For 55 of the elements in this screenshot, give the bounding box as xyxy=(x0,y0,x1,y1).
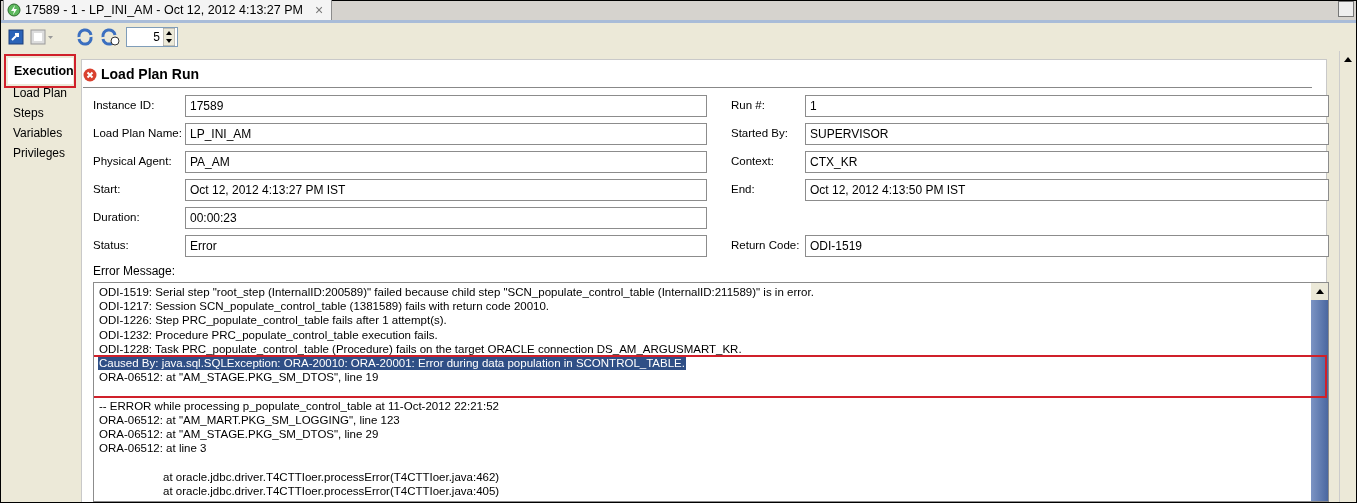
error-line: ODI-1217: Session SCN_populate_control_table (1381589) fails with return code 20010. xyxy=(98,299,551,314)
scrollbar[interactable] xyxy=(1311,283,1328,501)
text-field[interactable]: LP_INI_AM xyxy=(185,123,707,145)
field-label: Return Code: xyxy=(731,238,801,254)
field-label: Load Plan Name: xyxy=(93,126,183,142)
panel-title: Load Plan Run xyxy=(101,65,199,84)
error-line: ORA-06512: at line 3 xyxy=(98,441,208,456)
field-label: End: xyxy=(731,182,756,198)
field-label: Context: xyxy=(731,154,775,170)
spinner-arrows-icon[interactable] xyxy=(163,28,175,46)
field-label: Instance ID: xyxy=(93,98,156,114)
error-line: ODI-1232: Procedure PRC_populate_control_table execution fails. xyxy=(98,327,439,342)
text-field[interactable]: Oct 12, 2012 4:13:50 PM IST xyxy=(805,179,1329,201)
text-field[interactable]: ODI-1519 xyxy=(805,235,1329,257)
text-field[interactable]: CTX_KR xyxy=(805,151,1329,173)
field-label: Error Message: xyxy=(92,263,177,280)
sidebar-item[interactable]: Privileges xyxy=(1,143,73,163)
close-button[interactable]: × xyxy=(314,3,324,17)
text-field[interactable]: 1 xyxy=(805,95,1329,117)
error-line: at oracle.jdbc.driver.T4CTTIoer.processError(T4CTTIoer.java:405) xyxy=(162,483,501,498)
run-status-icon xyxy=(7,3,21,17)
field-label: Start: xyxy=(93,182,122,198)
error-line: -- ERROR while processing p_populate_control_table at 11-Oct-2012 22:21:52 xyxy=(98,398,500,413)
text-field[interactable]: PA_AM xyxy=(185,151,707,173)
interval-field[interactable]: 5 xyxy=(127,28,163,46)
refresh-icon[interactable] xyxy=(8,29,24,45)
text-field[interactable]: SUPERVISOR xyxy=(805,123,1329,145)
error-message-area[interactable] xyxy=(93,282,1329,502)
scroll-up-icon[interactable] xyxy=(1315,289,1324,294)
tab-list-button[interactable] xyxy=(1338,1,1354,17)
field-label: Duration: xyxy=(93,210,141,226)
text-field[interactable]: 17589 xyxy=(185,95,707,117)
error-line: at oracle.jdbc.driver.T4CTTIoer.processError(T4CTTIoer.java:462) xyxy=(162,469,501,484)
sync-icon[interactable] xyxy=(76,28,94,46)
error-line: ORA-06512: at "AM_STAGE.PKG_SM_DTOS", line 19 xyxy=(98,370,380,385)
error-line: ORA-06512: at "AM_MART.PKG_SM_LOGGING", line 123 xyxy=(98,412,401,427)
field-label: Status: xyxy=(93,238,130,254)
scroll-up-icon[interactable] xyxy=(1344,57,1352,62)
field-label: Run #: xyxy=(731,98,766,114)
editor-tab[interactable]: 17589 - 1 - LP_INI_AM - Oct 12, 2012 4:13:27 PM × xyxy=(3,0,333,20)
error-line: ODI-1519: Serial step "root_step (InternalID:200589)" failed because child step "SCN_populate_control_table (InternalID:211589)" is in error. xyxy=(98,285,815,300)
sidebar-item[interactable]: Steps xyxy=(1,103,73,123)
text-field[interactable]: Oct 12, 2012 4:13:27 PM IST xyxy=(185,179,707,201)
error-line: ODI-1226: Step PRC_populate_control_table fails after 1 attempt(s). xyxy=(98,313,448,328)
sidebar-item[interactable]: Variables xyxy=(1,123,73,143)
field-label: Physical Agent: xyxy=(93,154,173,170)
field-label: Started By: xyxy=(731,126,789,142)
error-line: ODI-1228: Task PRC_populate_control_table (Procedure) fails on the target ORACLE connection DS_AM_ARGUSMART_KR. xyxy=(98,341,743,356)
highlight-outline xyxy=(4,54,76,88)
auto-refresh-icon[interactable] xyxy=(100,28,120,46)
interval-spinner[interactable]: 5 xyxy=(126,27,178,47)
text-field[interactable]: Error xyxy=(185,235,707,257)
text-field[interactable]: 00:00:23 xyxy=(185,207,707,229)
error-line: ORA-06512: at "AM_STAGE.PKG_SM_DTOS", line 29 xyxy=(98,427,380,442)
sidebar-item[interactable]: Load Plan xyxy=(1,83,73,103)
